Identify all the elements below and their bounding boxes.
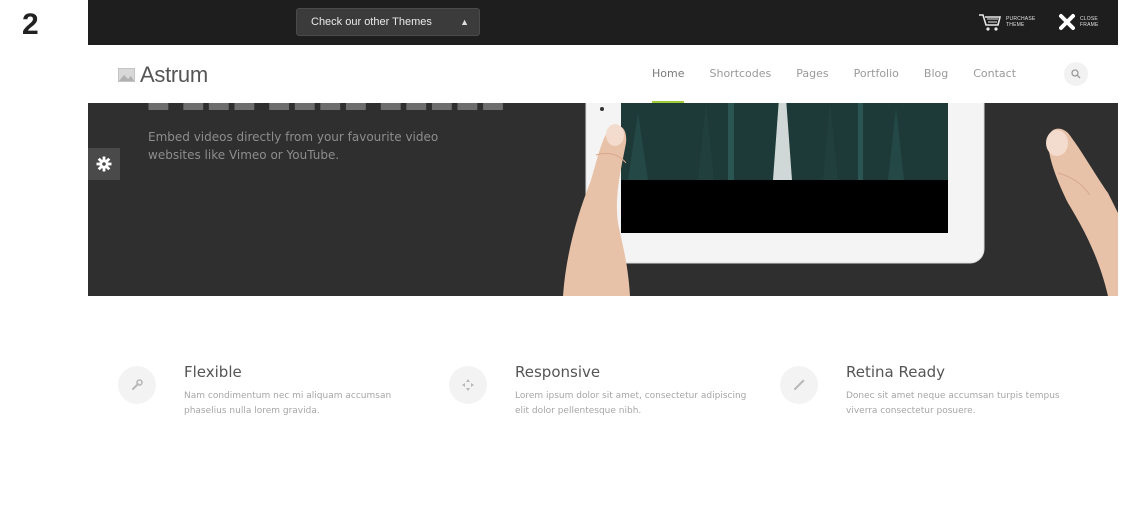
- features-section: Flexible Nam condimentum nec mi aliquam …: [88, 296, 1118, 505]
- cart-icon: [979, 14, 1002, 31]
- wrench-icon: [132, 379, 143, 390]
- close-icon: [1059, 14, 1075, 30]
- close-frame-button[interactable]: Close Frame: [1058, 11, 1104, 33]
- feature-responsive: Responsive Lorem ipsum dolor sit amet, c…: [449, 361, 759, 451]
- purchase-theme-label: Purchase Theme: [1006, 16, 1036, 28]
- close-frame-label: Close Frame: [1080, 16, 1099, 28]
- theme-switcher-bar: Check our other Themes ▲▼ Purchase Theme…: [88, 0, 1118, 53]
- feature-description: Lorem ipsum dolor sit amet, consectetur …: [515, 391, 747, 416]
- magic-wand-icon: [794, 379, 805, 390]
- hero-slider: ▬ ▬▬▬ ▬▬▬▬ ▬▬▬▬▬ Embed videos directly f…: [88, 103, 1118, 296]
- feature-description: Nam condimentum nec mi aliquam accumsan …: [184, 391, 392, 416]
- feature-title: Retina Ready: [846, 363, 946, 381]
- feature-title: Flexible: [184, 363, 242, 381]
- theme-select-value: Check our other Themes: [311, 16, 432, 28]
- nav-item-home[interactable]: Home: [652, 45, 685, 103]
- feature-retina-ready: Retina Ready Donec sit amet neque accums…: [780, 361, 1090, 451]
- tablet-in-hands-illustration: [563, 103, 1118, 296]
- image-logo-icon: [118, 68, 135, 82]
- site-navbar: Astrum Home Shortcodes Pages Portfolio B…: [88, 45, 1118, 103]
- search-button[interactable]: [1064, 62, 1088, 86]
- feature-icon-circle: [449, 366, 487, 404]
- hero-description: Embed videos directly from your favourit…: [148, 130, 439, 162]
- theme-select[interactable]: Check our other Themes ▲▼: [296, 8, 480, 53]
- main-menu: Home Shortcodes Pages Portfolio Blog Con…: [642, 45, 1016, 103]
- gear-icon: [96, 156, 112, 172]
- nav-item-contact[interactable]: Contact: [973, 45, 1016, 103]
- feature-title: Responsive: [515, 363, 601, 381]
- step-number: 2: [22, 8, 39, 41]
- nav-item-portfolio[interactable]: Portfolio: [854, 45, 899, 103]
- nav-item-blog[interactable]: Blog: [924, 45, 948, 103]
- style-switcher-toggle[interactable]: [88, 148, 120, 180]
- feature-flexible: Flexible Nam condimentum nec mi aliquam …: [118, 361, 428, 451]
- search-icon: [1071, 69, 1081, 79]
- logo-text: Astrum: [140, 62, 208, 87]
- feature-icon-circle: [118, 366, 156, 404]
- nav-item-pages[interactable]: Pages: [796, 45, 828, 103]
- hero-heading-partial: ▬ ▬▬▬ ▬▬▬▬ ▬▬▬▬▬: [146, 103, 507, 119]
- move-icon: [462, 379, 474, 391]
- nav-item-shortcodes[interactable]: Shortcodes: [709, 45, 771, 103]
- feature-icon-circle: [780, 366, 818, 404]
- feature-description: Donec sit amet neque accumsan turpis tem…: [846, 391, 1060, 416]
- site-logo[interactable]: Astrum: [118, 62, 208, 88]
- browser-frame: Check our other Themes ▲▼ Purchase Theme…: [88, 0, 1118, 505]
- purchase-theme-button[interactable]: Purchase Theme: [978, 11, 1036, 33]
